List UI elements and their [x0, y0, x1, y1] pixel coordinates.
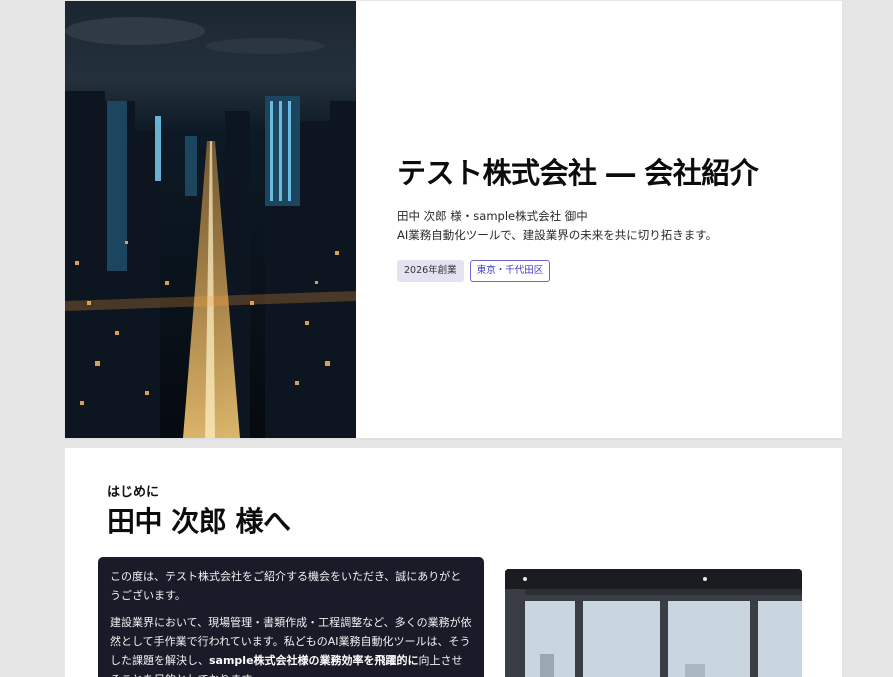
intro-message-box: この度は、テスト株式会社をご紹介する機会をいただき、誠にありがとうございます。 … — [98, 557, 484, 677]
hero-subtitle: 田中 次郎 様・sample株式会社 御中 AI業務自動化ツールで、建設業界の未… — [397, 207, 758, 245]
intro-paragraph-2: 建設業界において、現場管理・書類作成・工程調整など、多くの業務が依然として手作業… — [110, 613, 472, 677]
tagline: AI業務自動化ツールで、建設業界の未来を共に切り拓きます。 — [397, 228, 718, 242]
intro-paragraph-2-emphasis: sample株式会社様の業務効率を飛躍的に — [209, 654, 419, 667]
tag-list: 2026年創業 東京・千代田区 — [397, 260, 758, 282]
recipient-line: 田中 次郎 様・sample株式会社 御中 — [397, 209, 588, 223]
intro-card: はじめに 田中 次郎 様へ この度は、テスト株式会社をご紹介する機会をいただき、… — [65, 448, 842, 677]
hero-card: テスト株式会社 ― 会社紹介 田中 次郎 様・sample株式会社 御中 AI業… — [65, 1, 842, 438]
city-night-image — [65, 1, 356, 438]
tag-founded: 2026年創業 — [397, 260, 464, 282]
tag-location: 東京・千代田区 — [469, 260, 551, 282]
intro-paragraph-1: この度は、テスト株式会社をご紹介する機会をいただき、誠にありがとうございます。 — [110, 570, 462, 602]
section-heading: 田中 次郎 様へ — [107, 505, 291, 538]
office-photo — [505, 569, 802, 677]
page-title: テスト株式会社 ― 会社紹介 — [397, 156, 759, 190]
hero-text: テスト株式会社 ― 会社紹介 田中 次郎 様・sample株式会社 御中 AI業… — [356, 1, 759, 438]
section-eyebrow: はじめに — [107, 485, 160, 500]
